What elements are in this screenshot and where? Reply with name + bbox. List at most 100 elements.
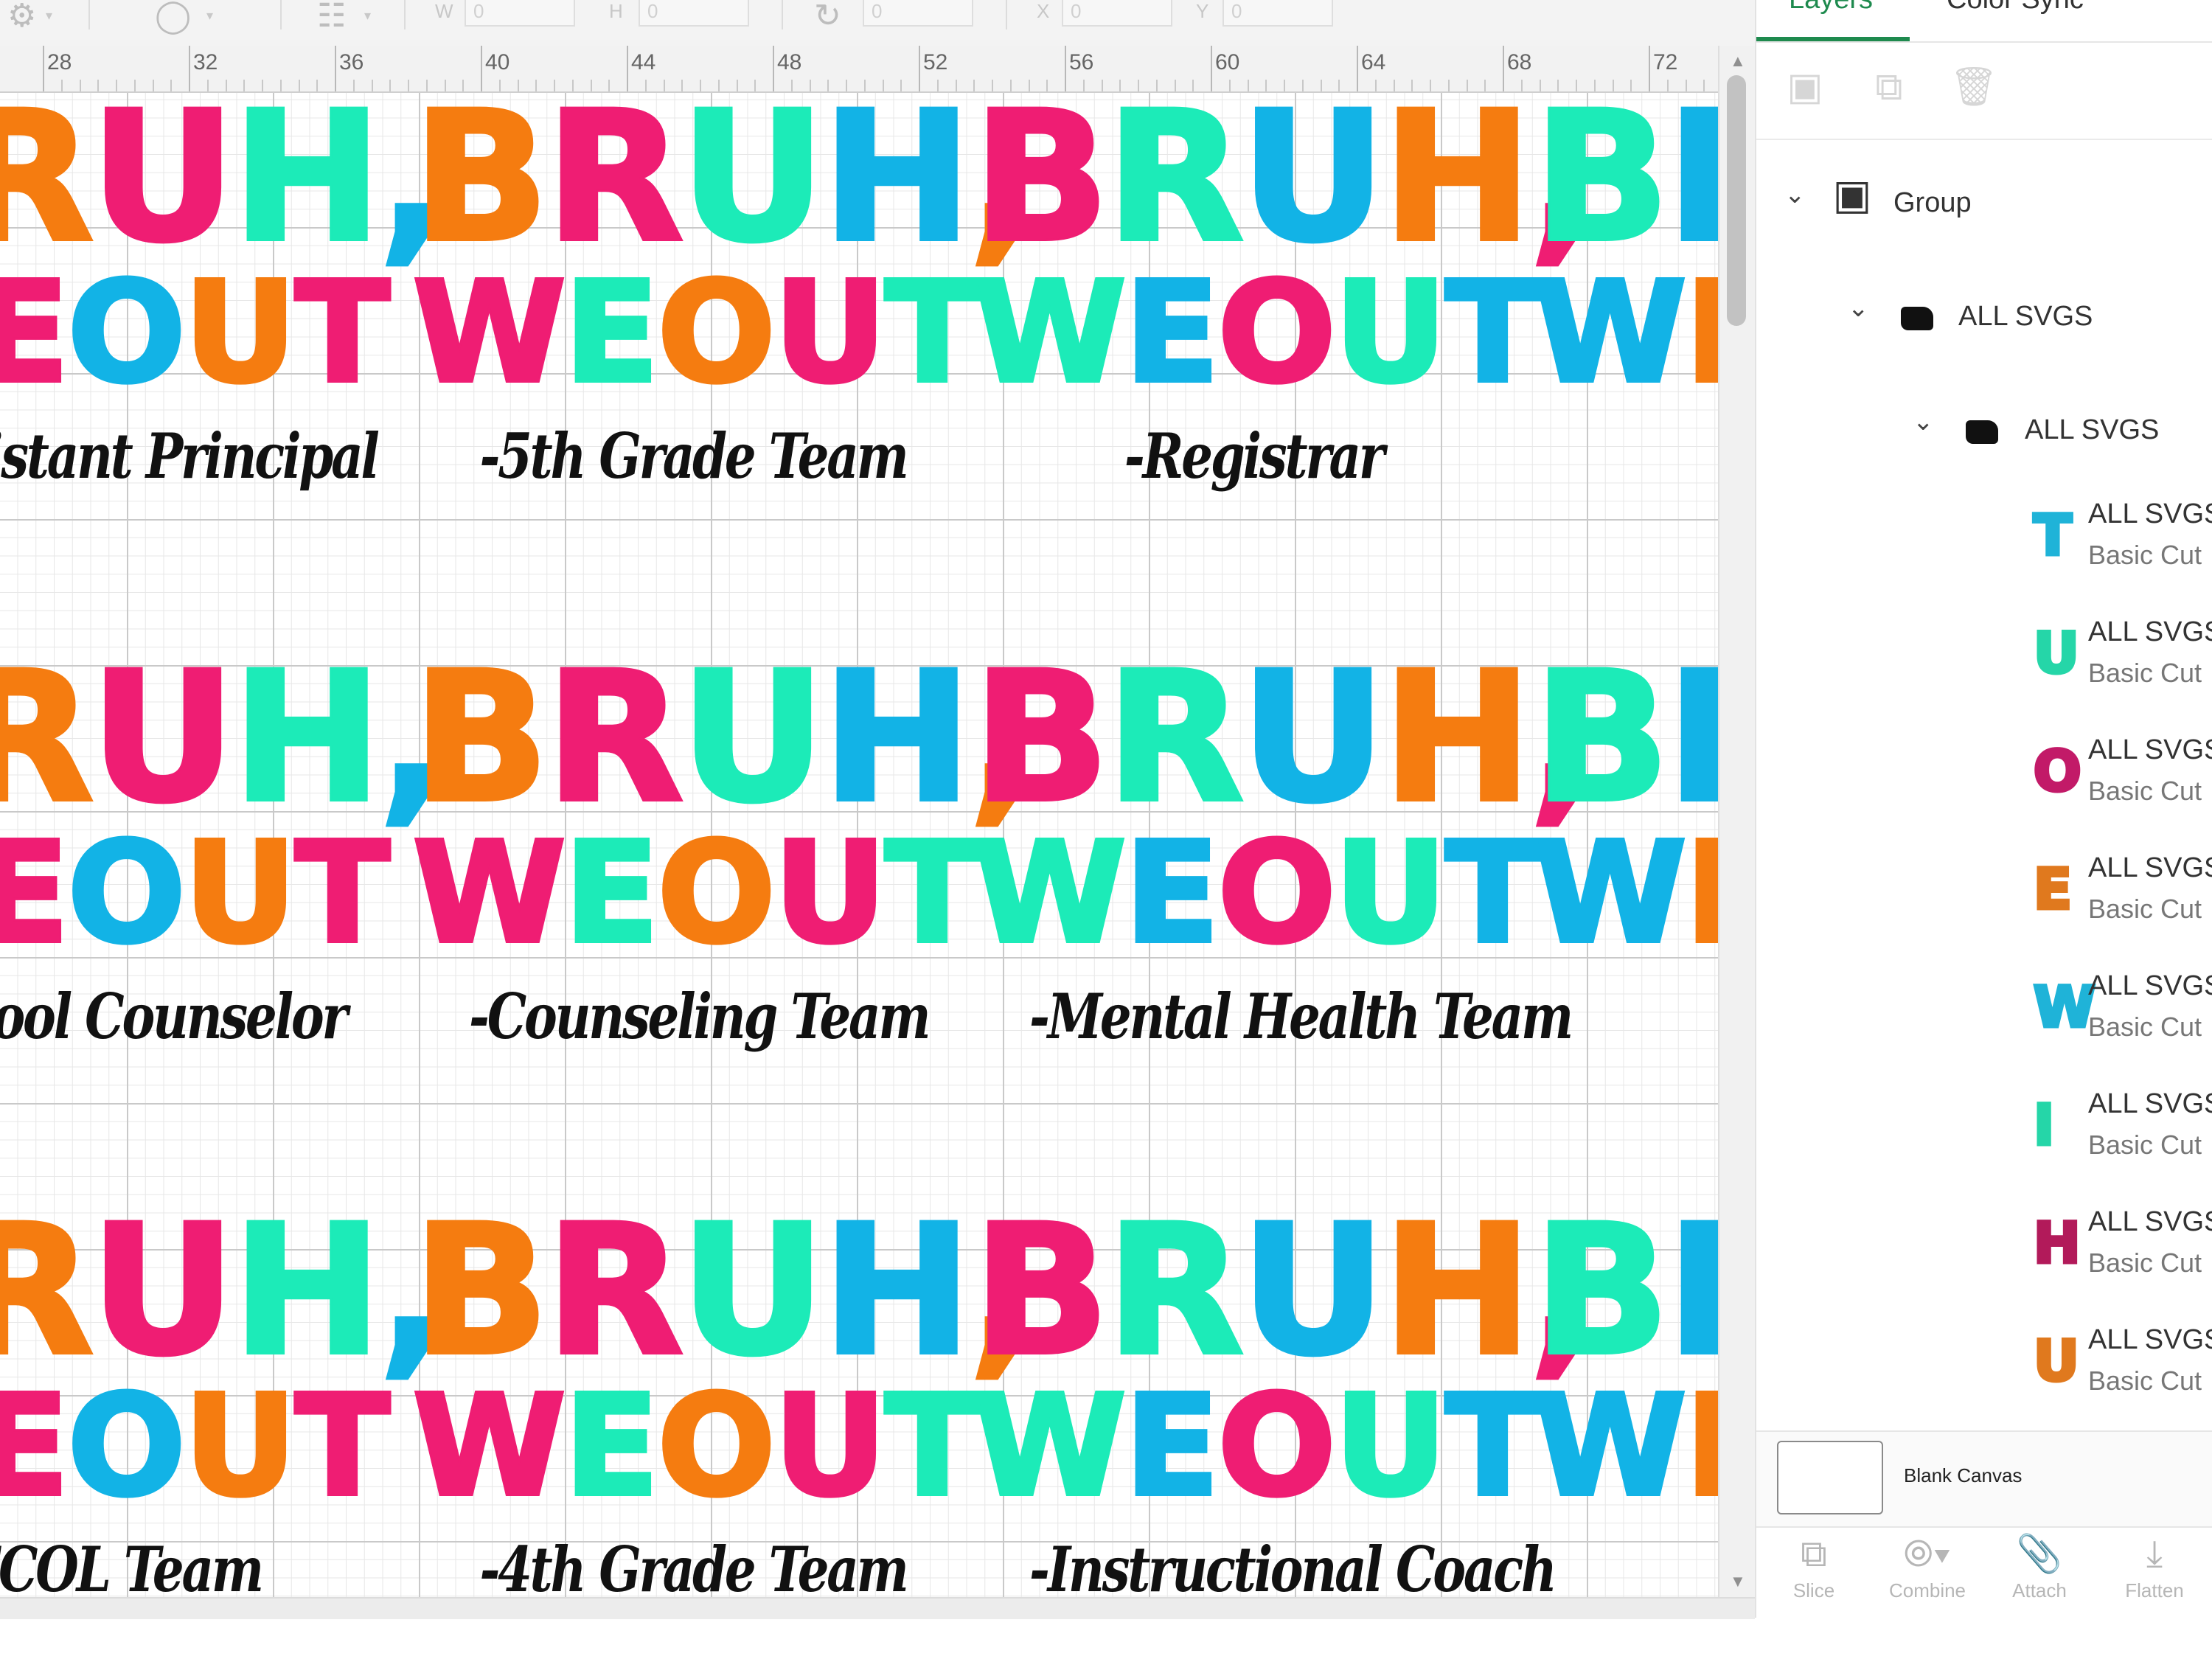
combine-button[interactable]: ⦾▾ Combine: [1883, 1528, 1972, 1619]
chevron-down-icon[interactable]: ▾: [364, 9, 371, 22]
toolbar-divider: [88, 0, 90, 29]
ruler-minor-tick: [1630, 80, 1632, 91]
layer-item[interactable]: U ALL SVGS Basic Cut: [1756, 1324, 2212, 1438]
design-card[interactable]: BRUH,WE OUT-Assistant Principal: [0, 93, 449, 602]
ruler-label: 52: [923, 50, 948, 74]
ruler-major-tick: [1503, 46, 1504, 91]
canvas-swatch[interactable]: [1777, 1441, 1883, 1514]
layer-item[interactable]: I ALL SVGS Basic Cut: [1756, 1088, 2212, 1206]
panel-actions: ⧉ Slice ⦾▾ Combine 📎 Attach ⤓ Flatten: [1756, 1526, 2212, 1619]
chevron-down-icon[interactable]: ▾: [46, 9, 52, 22]
design-card[interactable]: BRUH,WE OUT-School Counselor: [0, 644, 449, 1162]
edit-toolbar: ⚙ ▾ ◯ ▾ ☷ ▾ W 0 H 0 ↻ 0 X 0 Y 0: [0, 0, 1755, 47]
design-subline: WE OUT: [411, 252, 982, 414]
width-field[interactable]: 0: [465, 0, 575, 27]
flatten-button[interactable]: ⤓ Flatten: [2110, 1528, 2199, 1619]
design-subline: WE OUT: [971, 1366, 1543, 1527]
layer-thumbnail-icon: U: [2032, 620, 2081, 686]
layer-thumbnail-icon: U: [2032, 1328, 2081, 1394]
chevron-down-icon[interactable]: ⌄: [1848, 293, 1869, 323]
size-icon[interactable]: ◯: [155, 0, 191, 32]
height-field[interactable]: 0: [639, 0, 749, 27]
trash-icon[interactable]: 🗑: [1950, 65, 1998, 109]
slice-button[interactable]: ⧉ Slice: [1770, 1528, 1858, 1619]
height-label: H: [609, 0, 623, 22]
rotate-field[interactable]: 0: [863, 0, 973, 27]
layer-thumbnail-icon: E: [2032, 856, 2074, 922]
ruler-minor-tick: [60, 80, 63, 91]
design-headline: BRUH,: [0, 1187, 449, 1395]
chevron-down-icon[interactable]: ▾: [206, 9, 213, 22]
ruler-major-tick: [1649, 46, 1650, 91]
layer-item-subtitle: Basic Cut: [2088, 1130, 2202, 1160]
design-card[interactable]: BRUH, WE OUT -Instructional Coach: [971, 1197, 1599, 1597]
design-subline: WE OUT: [1531, 813, 1718, 974]
ruler-label: 36: [339, 50, 364, 74]
chevron-down-icon[interactable]: ⌄: [1784, 180, 1806, 209]
design-subline: WE OUT: [0, 1366, 392, 1527]
ruler-minor-tick: [1466, 80, 1468, 91]
design-role-label: -Instructional Coach: [1029, 1533, 1557, 1597]
layer-item-subtitle: Basic Cut: [2088, 658, 2202, 688]
layer-item[interactable]: O ALL SVGS Basic Cut: [1756, 734, 2212, 852]
duplicate-icon[interactable]: ⧉: [1867, 65, 1911, 109]
ruler-major-tick: [919, 46, 920, 91]
design-card[interactable]: BRUH,WE OUT-ECOL Team: [0, 1187, 449, 1597]
ruler-minor-tick: [736, 80, 738, 91]
horizontal-scrollbar[interactable]: [0, 1597, 1755, 1619]
layer-thumbnail-icon: O: [2032, 738, 2084, 804]
ruler-minor-tick: [170, 80, 173, 91]
design-card[interactable]: BRUH, WE OUT -Mental Health Team: [971, 644, 1599, 1162]
layer-row-all-svgs[interactable]: ⌄ ALL SVGS: [1756, 279, 2212, 352]
design-role-label: -ECOL Team: [0, 1533, 264, 1597]
layer-item[interactable]: T ALL SVGS Basic Cut: [1756, 498, 2212, 616]
layer-item[interactable]: W ALL SVGS Basic Cut: [1756, 970, 2212, 1088]
vertical-scrollbar[interactable]: ▲ ▼: [1718, 46, 1756, 1597]
design-subline: WE OUT: [411, 1366, 982, 1527]
group-icon[interactable]: ▣: [1783, 65, 1827, 109]
ruler-label: 60: [1215, 50, 1240, 74]
blank-canvas-row[interactable]: Blank Canvas: [1756, 1430, 2212, 1528]
scroll-down-icon[interactable]: ▼: [1730, 1572, 1746, 1591]
design-card[interactable]: BRUH, WE OUT -5th Grade Team: [411, 93, 1039, 602]
gear-icon[interactable]: ⚙: [7, 0, 36, 32]
design-headline: BRUH,: [411, 634, 1039, 842]
design-card[interactable]: BRUH, WE OUT -Registrar: [971, 93, 1599, 602]
layer-item[interactable]: E ALL SVGS Basic Cut: [1756, 852, 2212, 970]
slice-icon: ⧉: [1801, 1533, 1827, 1574]
design-canvas[interactable]: BRUH,WE OUT-Assistant PrincipalBRUH,WE O…: [0, 93, 1718, 1597]
layer-label: ALL SVGS: [2025, 414, 2160, 445]
design-card[interactable]: BRUH, WE OUT -Counseling Team: [411, 634, 1039, 1162]
toolbar-divider: [782, 0, 783, 29]
layer-item[interactable]: H ALL SVGS Basic Cut: [1756, 1206, 2212, 1324]
align-icon[interactable]: ☷: [317, 0, 346, 32]
tab-color-sync[interactable]: Color Sync: [1947, 0, 2084, 15]
design-card[interactable]: BRUH, WE OUT -4th Grade Team: [411, 1197, 1039, 1597]
design-headline: BRUH,: [0, 93, 449, 282]
ruler-minor-tick: [116, 80, 117, 91]
design-role-label: -School Counselor: [0, 980, 348, 1053]
layer-item-subtitle: Basic Cut: [2088, 1248, 2202, 1278]
design-role-label: -: [1590, 1529, 1718, 1597]
layer-item[interactable]: U ALL SVGS Basic Cut: [1756, 616, 2212, 734]
vertical-scroll-thumb[interactable]: [1727, 75, 1746, 326]
tab-layers[interactable]: Layers: [1789, 0, 1873, 15]
design-role-label: -Mental Health Team: [1029, 980, 1573, 1053]
ruler-minor-tick: [1009, 80, 1012, 91]
chevron-down-icon[interactable]: ⌄: [1913, 407, 1934, 437]
rotate-icon: ↻: [814, 0, 841, 34]
design-card[interactable]: BRUH,WE OUT-S: [1531, 93, 1718, 602]
ruler-label: 64: [1361, 50, 1386, 74]
layer-row-group[interactable]: ⌄ ▣ Group: [1756, 165, 2212, 239]
x-position-field[interactable]: 0: [1062, 0, 1172, 27]
ruler-major-tick: [1211, 46, 1212, 91]
y-position-field[interactable]: 0: [1222, 0, 1333, 27]
design-card[interactable]: BRUH,WE OUT-Soc: [1531, 644, 1718, 1162]
design-card[interactable]: BRUH,WE OUT-: [1531, 1197, 1718, 1597]
panel-tabs: Layers Color Sync: [1756, 0, 2212, 43]
layer-row-all-svgs[interactable]: ⌄ ALL SVGS: [1756, 392, 2212, 466]
ruler-minor-tick: [1247, 80, 1249, 91]
ruler-label: 48: [777, 50, 802, 74]
attach-button[interactable]: 📎 Attach: [1995, 1528, 2084, 1619]
scroll-up-icon[interactable]: ▲: [1730, 52, 1746, 71]
